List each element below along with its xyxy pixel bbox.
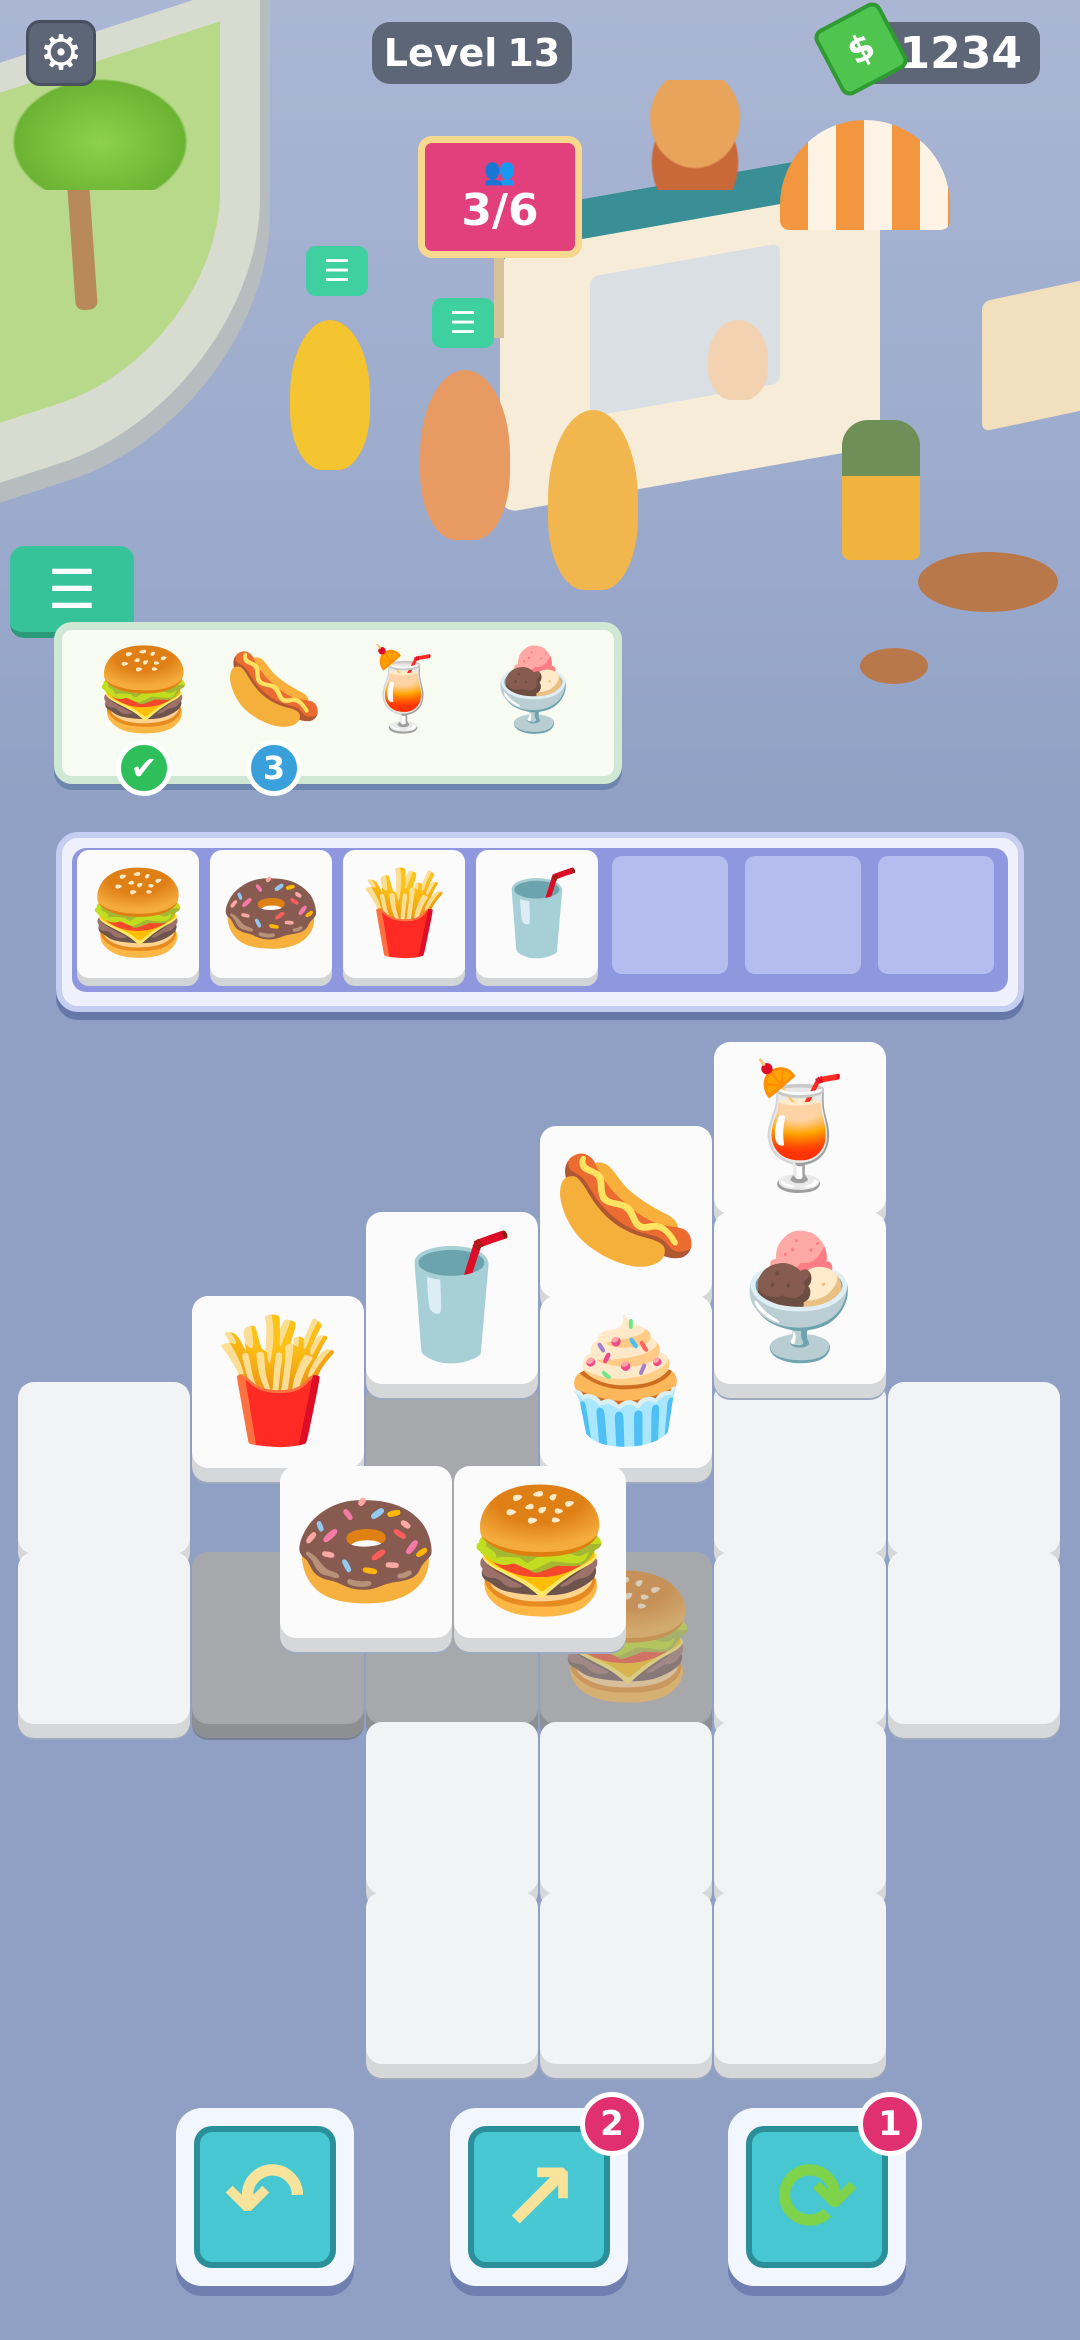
move-out-icon: ↗ (498, 2141, 580, 2253)
order-item-juice: 🍹 (354, 643, 454, 736)
shuffle-icon: ⟳ (776, 2141, 858, 2253)
hotdog-icon: 🌭 (551, 1142, 701, 1281)
burger-sign-icon (630, 80, 760, 190)
menu-board (982, 278, 1080, 432)
queue-sign-pole (494, 258, 504, 338)
tray-slot-empty (745, 856, 861, 974)
board-tile-empty[interactable] (366, 1722, 538, 1894)
board-tile-empty[interactable] (714, 1892, 886, 2064)
tray-tile-soda: 🥤 (476, 850, 598, 978)
board-tile-soda[interactable]: 🥤 (366, 1212, 538, 1384)
customer-cat[interactable] (420, 370, 510, 540)
gear-icon: ⚙ (39, 25, 83, 81)
tray-slot-empty (878, 856, 994, 974)
order-item-sundae: 🍨 (484, 643, 584, 736)
order-item-burger: 🍔 (94, 643, 194, 736)
soda-cup-icon: 🥤 (377, 1228, 527, 1367)
board-tile-empty[interactable] (888, 1382, 1060, 1554)
juice-icon: 🍹 (725, 1058, 875, 1197)
board-tile-empty[interactable] (540, 1892, 712, 2064)
order-bubble-icon: ☰ (306, 246, 368, 296)
cactus-plant (842, 420, 920, 560)
shuffle-button[interactable]: ⟳ 1 (728, 2092, 922, 2286)
collection-tray: 🍔 🍩 🍟 🥤 (56, 832, 1024, 1012)
level-number: 13 (507, 31, 561, 75)
tray-tile-donut: 🍩 (210, 850, 332, 978)
level-indicator: Level 13 (372, 22, 572, 84)
tray-tile-fries: 🍟 (343, 850, 465, 978)
board-tile-fries[interactable]: 🍟 (192, 1296, 364, 1468)
shuffle-count-badge: 1 (858, 2092, 922, 2156)
ice-cream-icon: 🍨 (725, 1228, 875, 1367)
order-bubble-icon: ☰ (432, 298, 494, 348)
cash-amount: 1234 (899, 27, 1022, 79)
undo-button[interactable]: ↶ (176, 2108, 354, 2286)
chef (708, 320, 768, 400)
board-tile-empty[interactable] (714, 1722, 886, 1894)
order-remaining-badge: 3 (246, 740, 302, 796)
checkmark-icon: ✔ (130, 749, 158, 787)
board-tile-juice[interactable]: 🍹 (714, 1042, 886, 1214)
customer-fox[interactable] (548, 410, 638, 590)
order-card: 🍔 🌭 🍹 🍨 ✔ 3 (54, 622, 622, 796)
board-tile-hotdog[interactable]: 🌭 (540, 1126, 712, 1298)
board-tile-empty[interactable] (714, 1382, 886, 1554)
fries-icon: 🍟 (203, 1312, 353, 1451)
queue-sign: 👥 3/6 (418, 136, 582, 258)
order-item-hotdog: 🌭 (224, 643, 324, 736)
undo-arrow-icon: ↶ (224, 2141, 306, 2253)
burger-icon: 🍔 (465, 1482, 615, 1621)
queue-count: 3/6 (461, 184, 539, 236)
board-tile-cupcake[interactable]: 🧁 (540, 1296, 712, 1468)
wooden-stool (860, 648, 928, 684)
people-icon: 👥 (483, 156, 517, 187)
tray-slot-empty (612, 856, 728, 974)
level-label: Level (383, 31, 498, 75)
striped-umbrella (780, 120, 950, 230)
order-done-badge: ✔ (116, 740, 172, 796)
cupcake-icon: 🧁 (551, 1312, 701, 1451)
board-tile-empty[interactable] (888, 1552, 1060, 1724)
board-tile-empty[interactable] (714, 1552, 886, 1724)
board-tile-empty[interactable] (18, 1552, 190, 1724)
board-tile-donut[interactable]: 🍩 (280, 1466, 452, 1638)
wooden-table (918, 552, 1058, 612)
board-tile-empty[interactable] (540, 1722, 712, 1894)
move-out-button[interactable]: ↗ 2 (450, 2092, 644, 2286)
board-tile-burger[interactable]: 🍔 (454, 1466, 626, 1638)
board-tile-empty[interactable] (366, 1892, 538, 2064)
palm-tree-icon (0, 70, 200, 190)
customer-bird[interactable] (290, 320, 370, 470)
donut-icon: 🍩 (291, 1482, 441, 1621)
settings-button[interactable]: ⚙ (26, 20, 96, 86)
board-tile-empty[interactable] (18, 1382, 190, 1554)
tray-tile-burger: 🍔 (77, 850, 199, 978)
board-tile-ice-cream[interactable]: 🍨 (714, 1212, 886, 1384)
move-out-count-badge: 2 (580, 2092, 644, 2156)
